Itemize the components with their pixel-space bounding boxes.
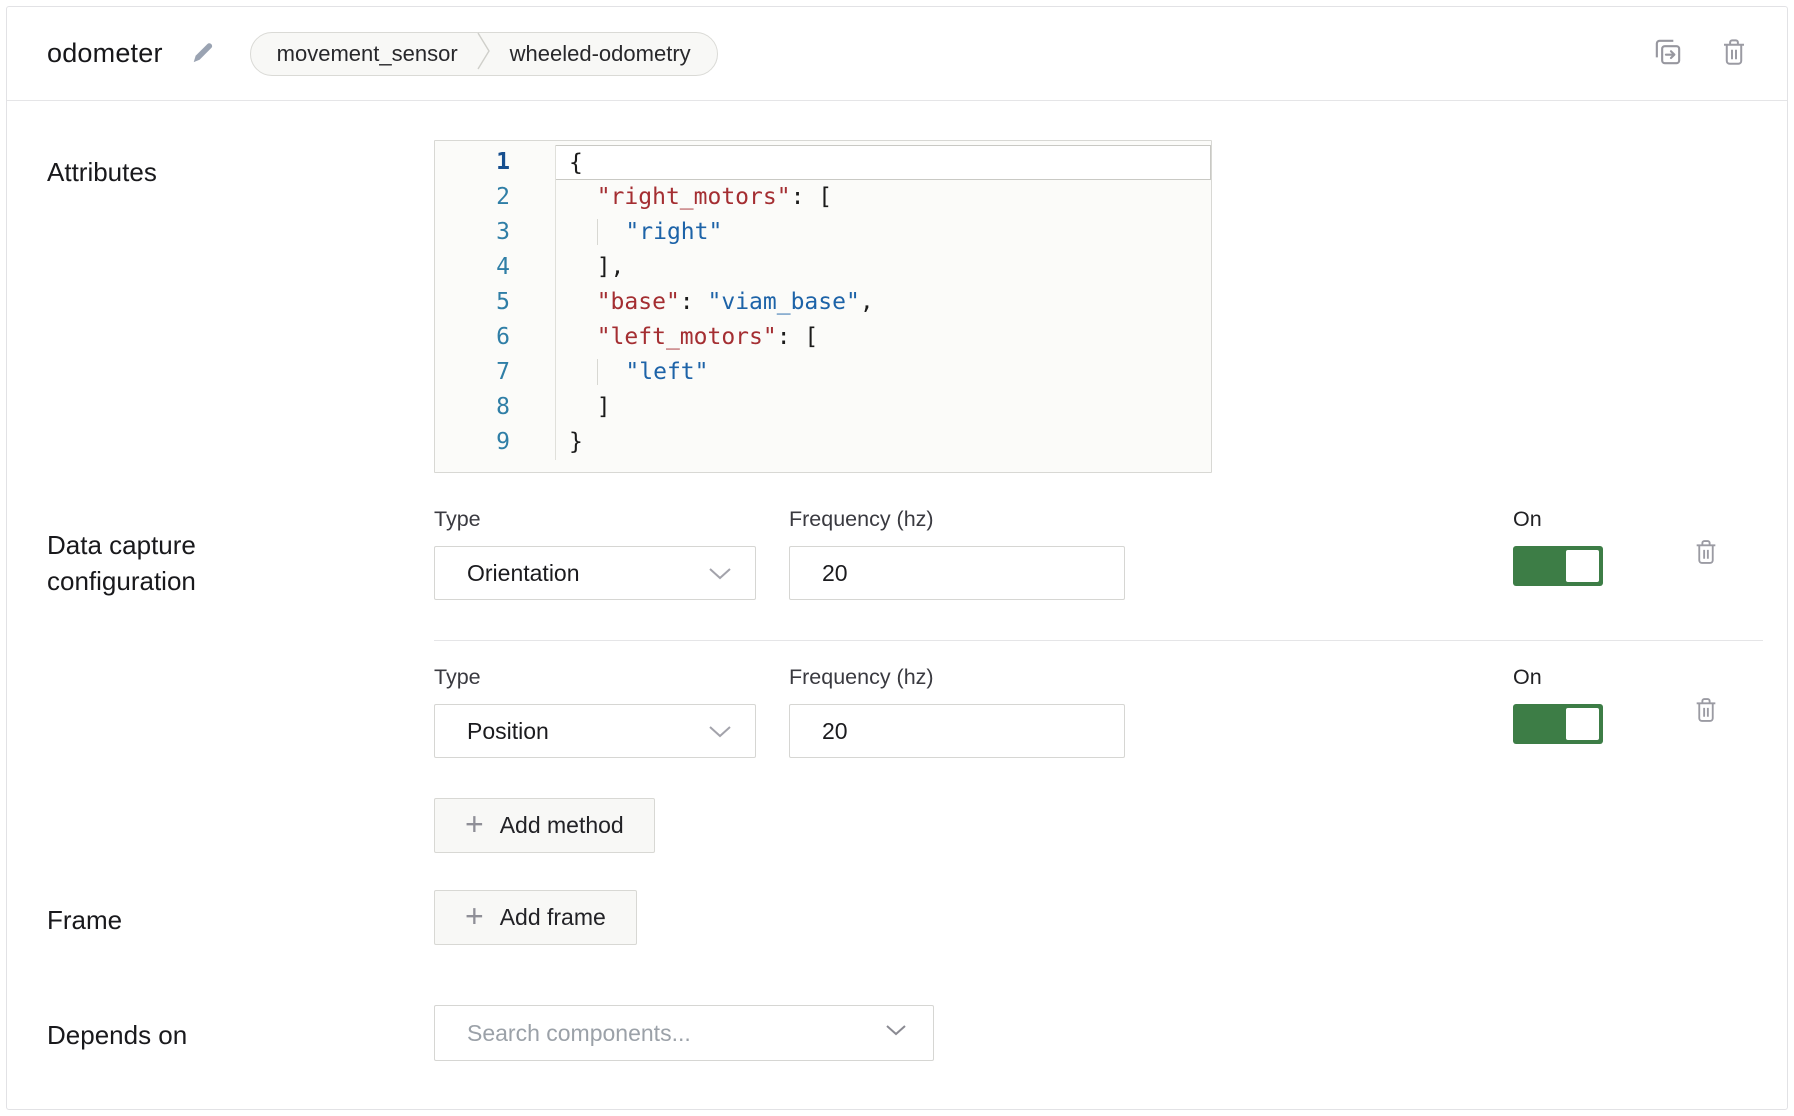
line-number: 5 (435, 285, 556, 320)
code-text: "right" (556, 215, 1211, 250)
code-line: 3 "right" (435, 215, 1211, 250)
code-line: 8 ] (435, 390, 1211, 425)
data-capture-rows: Type Orientation Frequency (hz) (434, 507, 1763, 853)
search-components-input[interactable] (435, 1006, 885, 1060)
capture-on-toggle[interactable] (1513, 546, 1603, 586)
duplicate-icon (1651, 35, 1685, 72)
component-model: wheeled-odometry (510, 41, 691, 67)
capture-toggle-field: On (1513, 665, 1603, 744)
code-text: "left" (556, 355, 1211, 390)
toggle-label: On (1513, 665, 1603, 690)
chevron-down-icon (707, 718, 733, 745)
pencil-icon (189, 39, 216, 69)
data-capture-label: Data capture configuration (47, 507, 297, 599)
data-capture-section: Data capture configuration Type Orientat… (47, 507, 1763, 853)
delete-method-button[interactable] (1687, 665, 1725, 711)
code-line: 4 ], (435, 250, 1211, 285)
line-number: 1 (435, 145, 556, 180)
code-text: "base": "viam_base", (556, 285, 1211, 320)
add-method-label: Add method (500, 812, 624, 839)
capture-on-toggle[interactable] (1513, 704, 1603, 744)
code-text: { (556, 145, 1211, 180)
capture-toggle-field: On (1513, 507, 1603, 586)
trash-icon (1720, 37, 1748, 70)
chevron-down-icon (885, 1024, 907, 1042)
component-body: Attributes 1{2 "right_motors": [3 "right… (7, 101, 1787, 1109)
attributes-section: Attributes 1{2 "right_motors": [3 "right… (47, 140, 1763, 473)
line-number: 3 (435, 215, 556, 250)
line-number: 4 (435, 250, 556, 285)
plus-icon: + (465, 808, 484, 840)
code-text: ], (556, 250, 1211, 285)
add-method-button[interactable]: + Add method (434, 798, 655, 853)
attributes-label: Attributes (47, 140, 434, 190)
toggle-label: On (1513, 507, 1603, 532)
type-label: Type (434, 507, 756, 532)
type-model-badge: movement_sensor wheeled-odometry (250, 32, 718, 76)
type-field: Type Orientation (434, 507, 756, 600)
depends-on-label: Depends on (47, 1005, 434, 1053)
component-name: odometer (47, 38, 163, 69)
line-number: 2 (435, 180, 556, 215)
type-dropdown[interactable]: Orientation (434, 546, 756, 600)
depends-on-dropdown[interactable] (434, 1005, 934, 1061)
capture-method-row: Type Position Frequency (hz) On (434, 665, 1763, 758)
row-divider (434, 640, 1763, 641)
frequency-input[interactable] (789, 546, 1125, 600)
code-line: 1{ (435, 145, 1211, 180)
component-type: movement_sensor (277, 41, 458, 67)
type-selected-value: Position (467, 718, 549, 745)
bottom-padding (47, 1061, 1763, 1097)
attributes-json-editor[interactable]: 1{2 "right_motors": [3 "right"4 ],5 "bas… (434, 140, 1212, 473)
frequency-label: Frequency (hz) (789, 507, 1125, 532)
delete-component-button[interactable] (1715, 35, 1753, 73)
type-label: Type (434, 665, 756, 690)
type-field: Type Position (434, 665, 756, 758)
type-selected-value: Orientation (467, 560, 580, 587)
frequency-label: Frequency (hz) (789, 665, 1125, 690)
code-line: 2 "right_motors": [ (435, 180, 1211, 215)
trash-icon (1693, 538, 1719, 569)
chevron-right-icon (476, 29, 492, 79)
trash-icon (1693, 696, 1719, 727)
add-frame-button[interactable]: + Add frame (434, 890, 637, 945)
code-text: ] (556, 390, 1211, 425)
code-text: "right_motors": [ (556, 180, 1211, 215)
component-header: odometer movement_sensor wheeled-odometr… (7, 7, 1787, 101)
frame-section: Frame + Add frame (47, 890, 1763, 945)
frequency-field: Frequency (hz) (789, 507, 1125, 600)
code-line: 6 "left_motors": [ (435, 320, 1211, 355)
line-number: 8 (435, 390, 556, 425)
chevron-down-icon (707, 560, 733, 587)
component-card: odometer movement_sensor wheeled-odometr… (6, 6, 1788, 1110)
code-text: "left_motors": [ (556, 320, 1211, 355)
code-line: 7 "left" (435, 355, 1211, 390)
frequency-input[interactable] (789, 704, 1125, 758)
code-line: 9} (435, 425, 1211, 460)
toggle-knob (1566, 550, 1599, 582)
delete-method-button[interactable] (1687, 507, 1725, 553)
code-line: 5 "base": "viam_base", (435, 285, 1211, 320)
duplicate-component-button[interactable] (1649, 35, 1687, 73)
toggle-knob (1566, 708, 1599, 740)
frequency-field: Frequency (hz) (789, 665, 1125, 758)
plus-icon: + (465, 900, 484, 932)
capture-method-row: Type Orientation Frequency (hz) (434, 507, 1763, 600)
frame-label: Frame (47, 890, 434, 938)
line-number: 6 (435, 320, 556, 355)
line-number: 7 (435, 355, 556, 390)
line-number: 9 (435, 425, 556, 460)
edit-name-button[interactable] (189, 39, 216, 69)
code-text: } (556, 425, 1211, 460)
type-dropdown[interactable]: Position (434, 704, 756, 758)
add-frame-label: Add frame (500, 904, 606, 931)
depends-on-section: Depends on (47, 1005, 1763, 1061)
